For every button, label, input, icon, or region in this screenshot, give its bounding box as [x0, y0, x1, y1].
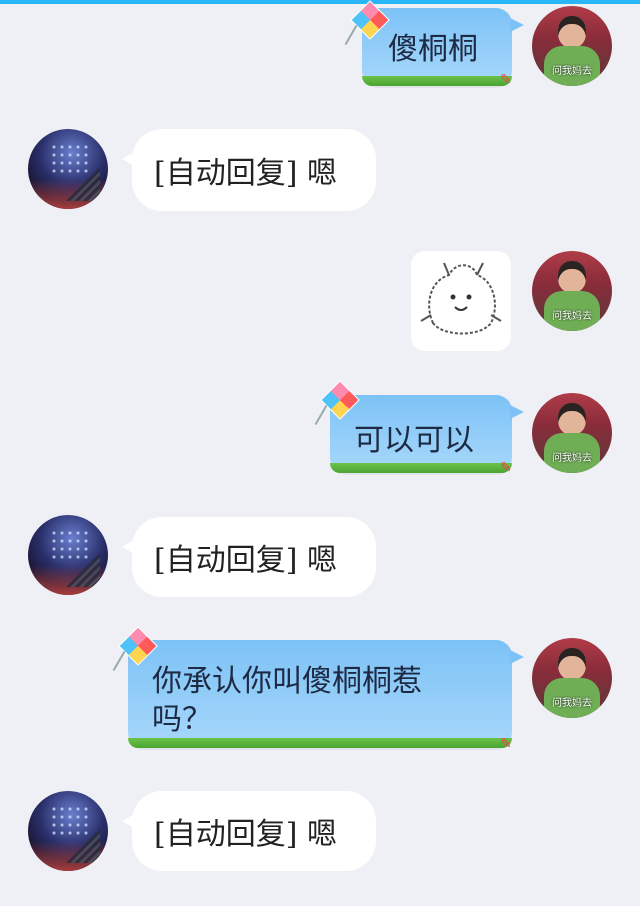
avatar-contact[interactable]: [28, 129, 108, 209]
bubble-corner-icon: ✎: [500, 460, 512, 476]
bubble-corner-icon: ✎: [500, 72, 512, 88]
avatar-stars: [50, 143, 90, 173]
kite-string: [112, 650, 126, 672]
avatar-head: [558, 261, 586, 293]
message-text: [自动回复] 嗯: [154, 543, 337, 578]
message-bubble-outgoing[interactable]: 可以可以: [330, 395, 524, 473]
avatar-contact[interactable]: [28, 515, 108, 595]
bubble-tail: [510, 405, 524, 419]
bun-face-sticker-icon: [420, 262, 502, 335]
message-bubble-outgoing[interactable]: 你承认你叫傻桐桐惹 吗？: [128, 640, 524, 748]
avatar-caption: 问我妈去: [552, 453, 592, 464]
avatar-stars: [50, 805, 90, 835]
message-text-line-2: 吗？: [152, 702, 212, 737]
avatar-contact[interactable]: [28, 791, 108, 871]
message-text: [自动回复] 嗯: [154, 156, 337, 191]
message-text: [自动回复] 嗯: [154, 817, 337, 852]
message-bubble-incoming[interactable]: [自动回复] 嗯: [122, 791, 376, 871]
sticker-image[interactable]: [411, 251, 511, 351]
kite-string: [314, 404, 328, 426]
bubble-tail: [510, 18, 524, 32]
avatar-caption: 问我妈去: [552, 66, 592, 77]
message-text: 可以可以: [354, 423, 474, 458]
avatar-head: [558, 648, 586, 680]
avatar-self[interactable]: 问我妈去: [532, 251, 612, 331]
avatar-head: [558, 16, 586, 48]
bubble-grass-decor: [330, 463, 512, 473]
bubble-grass-decor: [128, 738, 512, 748]
message-text: 傻桐桐: [388, 32, 478, 67]
bubble-corner-icon: ✎: [500, 736, 512, 752]
avatar-self[interactable]: 问我妈去: [532, 393, 612, 473]
avatar-caption: 问我妈去: [552, 698, 592, 709]
message-bubble-incoming[interactable]: [自动回复] 嗯: [122, 129, 376, 211]
avatar-self[interactable]: 问我妈去: [532, 6, 612, 86]
avatar-stars: [50, 529, 90, 559]
avatar-caption: 问我妈去: [552, 311, 592, 322]
bubble-grass-decor: [362, 76, 512, 86]
top-accent-bar: [0, 0, 640, 4]
bubble-tail: [510, 650, 524, 664]
message-bubble-incoming[interactable]: [自动回复] 嗯: [122, 517, 376, 597]
avatar-self[interactable]: 问我妈去: [532, 638, 612, 718]
avatar-head: [558, 403, 586, 435]
kite-string: [344, 24, 358, 46]
